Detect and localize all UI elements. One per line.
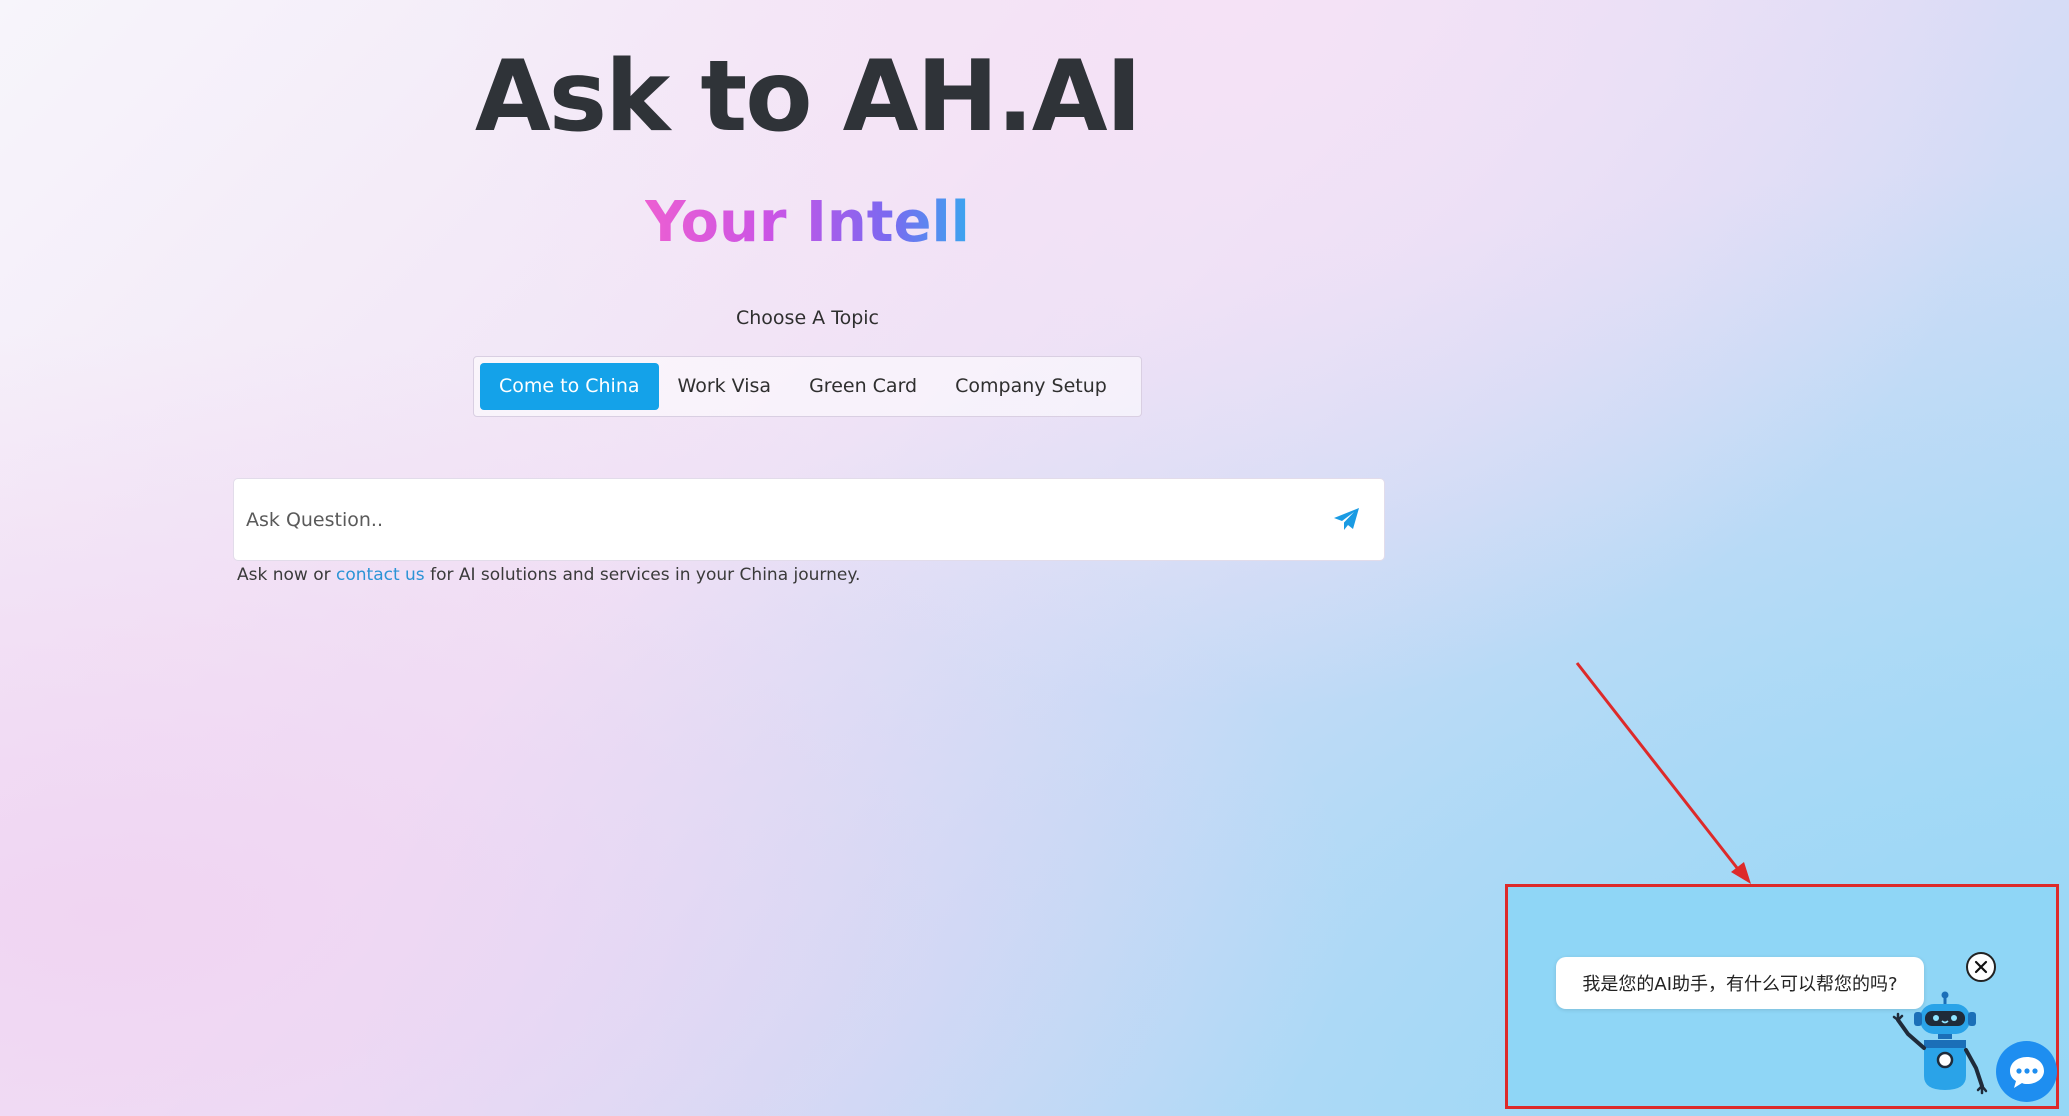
chat-bubble-icon xyxy=(2009,1056,2044,1088)
tab-work-visa[interactable]: Work Visa xyxy=(659,363,791,410)
page-title: Ask to AH.AI xyxy=(474,40,1142,154)
robot-mascot[interactable] xyxy=(1888,990,1994,1102)
topic-tabs: Come to China Work Visa Green Card Compa… xyxy=(473,356,1142,417)
helper-suffix: for AI solutions and services in your Ch… xyxy=(430,565,861,585)
chat-launcher-button[interactable] xyxy=(1996,1041,2057,1102)
helper-prefix: Ask now or xyxy=(237,565,331,585)
ask-question-input[interactable] xyxy=(234,479,1316,560)
topic-label: Choose A Topic xyxy=(735,307,879,329)
page-subtitle: Your Intell xyxy=(0,190,1615,255)
ask-box xyxy=(233,478,1385,561)
contact-us-link[interactable]: contact us xyxy=(336,565,425,585)
paper-plane-icon xyxy=(1333,508,1359,530)
tab-green-card[interactable]: Green Card xyxy=(790,363,936,410)
subtitle-text: Your Intell xyxy=(645,190,970,255)
tab-come-to-china[interactable]: Come to China xyxy=(480,363,659,410)
tab-company-setup[interactable]: Company Setup xyxy=(936,363,1126,410)
chat-close-button[interactable] xyxy=(1966,952,1996,982)
send-button[interactable] xyxy=(1316,490,1376,550)
helper-text: Ask now or contact us for AI solutions a… xyxy=(237,565,860,585)
chat-greeting-bubble[interactable]: 我是您的AI助手，有什么可以帮您的吗? xyxy=(1556,957,1924,1009)
close-icon xyxy=(1974,960,1988,974)
